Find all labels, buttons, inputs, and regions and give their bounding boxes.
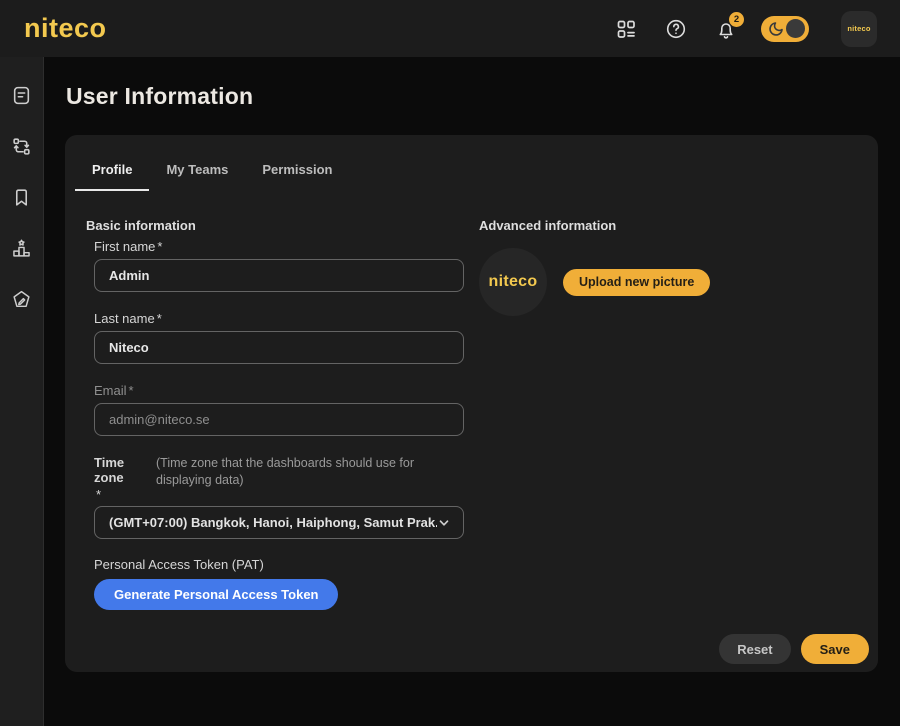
required-mark: *	[96, 487, 102, 502]
help-icon[interactable]	[651, 11, 701, 47]
user-avatar[interactable]: niteco	[841, 10, 877, 47]
bookmark-icon	[15, 188, 28, 206]
reset-button[interactable]: Reset	[719, 634, 791, 664]
report-document-icon	[13, 86, 30, 104]
niteco-logo[interactable]: niteco	[24, 15, 107, 42]
required-mark: *	[157, 239, 163, 254]
email-label: Email *	[94, 383, 134, 398]
tab-profile[interactable]: Profile	[75, 154, 150, 191]
sidebar-item-reports[interactable]	[11, 84, 33, 106]
theme-toggle[interactable]	[761, 15, 809, 42]
apps-grid-icon[interactable]	[601, 11, 651, 47]
notifications-button[interactable]: 2	[701, 11, 751, 47]
card-body: Basic information First name* Last name*	[65, 191, 878, 610]
time-zone-select[interactable]: (GMT+07:00) Bangkok, Hanoi, Haiphong, Sa…	[94, 506, 464, 539]
avatar-label: niteco	[847, 24, 871, 33]
leaderboard-podium-icon	[13, 239, 30, 257]
first-name-input[interactable]	[94, 259, 464, 292]
tab-my-teams[interactable]: My Teams	[149, 154, 245, 191]
header-actions: 2 niteco	[601, 10, 877, 47]
email-input	[94, 403, 464, 436]
last-name-group: Last name *	[94, 311, 479, 364]
basic-information-section: Basic information First name* Last name*	[86, 218, 479, 610]
first-name-group: First name *	[94, 239, 479, 292]
basic-information-heading: Basic information	[86, 218, 196, 233]
pat-group: Personal Access Token (PAT) Generate Per…	[94, 557, 479, 610]
required-mark: *	[156, 311, 162, 326]
top-header: niteco 2 niteco	[0, 0, 900, 57]
save-button[interactable]: Save	[800, 634, 869, 664]
time-zone-value: (GMT+07:00) Bangkok, Hanoi, Haiphong, Sa…	[109, 515, 437, 530]
last-name-input[interactable]	[94, 331, 464, 364]
first-name-label: First name *	[94, 239, 163, 254]
time-zone-label: Time zone *	[94, 455, 156, 502]
card-footer: Reset Save	[719, 634, 869, 664]
advanced-information-heading: Advanced information	[479, 218, 617, 233]
time-zone-hint: (Time zone that the dashboards should us…	[156, 456, 415, 487]
profile-tabs: Profile My Teams Permission	[65, 135, 878, 191]
time-zone-group: Time zone * (Time zone that the dashboar…	[94, 455, 479, 539]
edit-pen-icon	[13, 290, 30, 307]
profile-picture-avatar: niteco	[479, 248, 547, 316]
last-name-label: Last name *	[94, 311, 162, 326]
pat-label: Personal Access Token (PAT)	[94, 557, 264, 572]
user-information-card: Profile My Teams Permission Basic inform…	[65, 135, 878, 672]
workflow-transfer-icon	[13, 137, 30, 155]
sidebar-item-editor[interactable]	[11, 288, 33, 310]
avatar-logo-text: niteco	[488, 273, 538, 290]
moon-icon	[769, 21, 783, 36]
toggle-knob	[786, 19, 805, 38]
left-sidebar	[0, 57, 44, 726]
page-title: User Information	[66, 83, 254, 109]
app-shell: User Information Profile My Teams Permis…	[0, 57, 900, 726]
sidebar-item-leaderboard[interactable]	[11, 237, 33, 259]
main-content: User Information Profile My Teams Permis…	[44, 57, 900, 726]
tab-permission[interactable]: Permission	[245, 154, 349, 191]
required-mark: *	[128, 383, 134, 398]
chevron-down-icon	[439, 519, 449, 526]
sidebar-item-workflows[interactable]	[11, 135, 33, 157]
generate-pat-button[interactable]: Generate Personal Access Token	[94, 579, 339, 610]
notification-count-badge: 2	[729, 11, 744, 27]
advanced-information-section: Advanced information niteco Upload new p…	[479, 218, 878, 610]
email-group: Email *	[94, 383, 479, 436]
upload-new-picture-button[interactable]: Upload new picture	[563, 268, 711, 296]
sidebar-item-bookmarks[interactable]	[11, 186, 33, 208]
